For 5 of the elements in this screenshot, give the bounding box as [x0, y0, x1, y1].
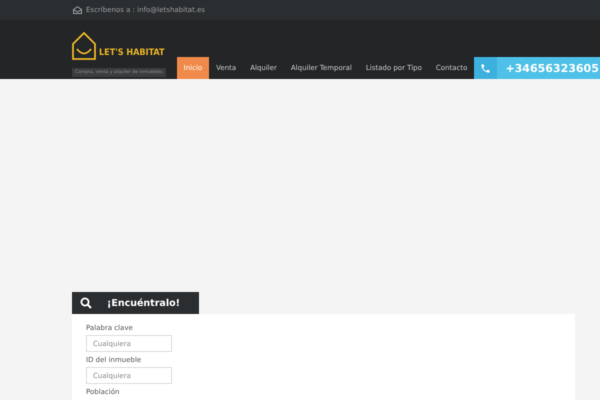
search-icon	[80, 297, 92, 309]
logo[interactable]: LET'S HABITAT	[72, 32, 164, 60]
search-title: ¡Encuéntralo!	[107, 298, 180, 308]
mail-icon	[73, 6, 82, 14]
phone-icon	[480, 62, 492, 74]
